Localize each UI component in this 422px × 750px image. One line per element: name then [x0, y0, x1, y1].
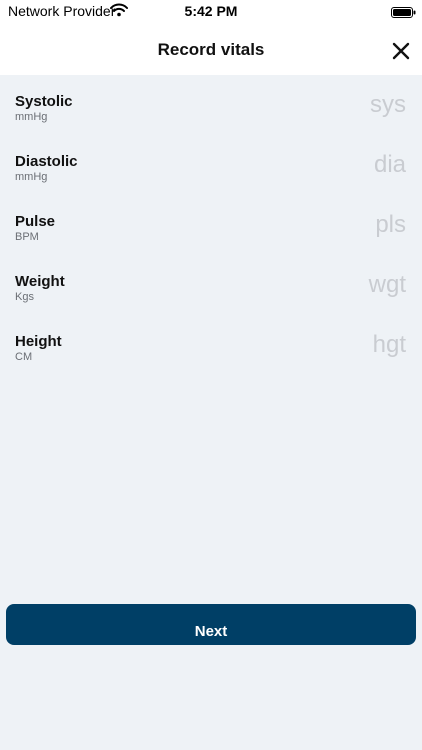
vital-label-pulse: Pulse	[15, 213, 56, 230]
weight-input[interactable]	[248, 270, 406, 300]
vital-unit-diastolic: mmHg	[15, 171, 48, 183]
vital-row-diastolic: Diastolic mmHg	[8, 140, 412, 200]
vital-row-pulse: Pulse BPM	[8, 200, 412, 260]
pulse-input[interactable]	[248, 210, 406, 240]
vitals-form: Systolic mmHg Diastolic mmHg Pulse BPM W…	[8, 80, 412, 390]
vital-label-systolic: Systolic	[15, 93, 73, 110]
diastolic-input[interactable]	[248, 150, 406, 180]
page-title: Record vitals	[157, 40, 265, 59]
next-button[interactable]: Next	[6, 604, 416, 645]
close-button[interactable]	[386, 37, 416, 67]
battery-icon	[391, 5, 416, 18]
vital-unit-weight: Kgs	[15, 291, 34, 303]
navigation-bar: Record vitals	[0, 21, 422, 75]
vital-row-weight: Weight Kgs	[8, 260, 412, 320]
vital-label-diastolic: Diastolic	[15, 153, 78, 170]
vital-row-height: Height CM	[8, 320, 412, 380]
vital-label-height: Height	[15, 333, 62, 350]
status-bar: Network Provider 5:42 PM	[0, 0, 422, 21]
close-icon	[392, 42, 410, 60]
vital-row-systolic: Systolic mmHg	[8, 80, 412, 140]
clock: 5:42 PM	[184, 3, 238, 19]
systolic-input[interactable]	[248, 90, 406, 120]
next-button-label: Next	[194, 623, 228, 640]
vital-unit-systolic: mmHg	[15, 111, 48, 123]
vital-label-weight: Weight	[15, 273, 65, 290]
vital-unit-height: CM	[15, 351, 33, 363]
vital-unit-pulse: BPM	[15, 231, 39, 243]
height-input[interactable]	[248, 330, 406, 360]
